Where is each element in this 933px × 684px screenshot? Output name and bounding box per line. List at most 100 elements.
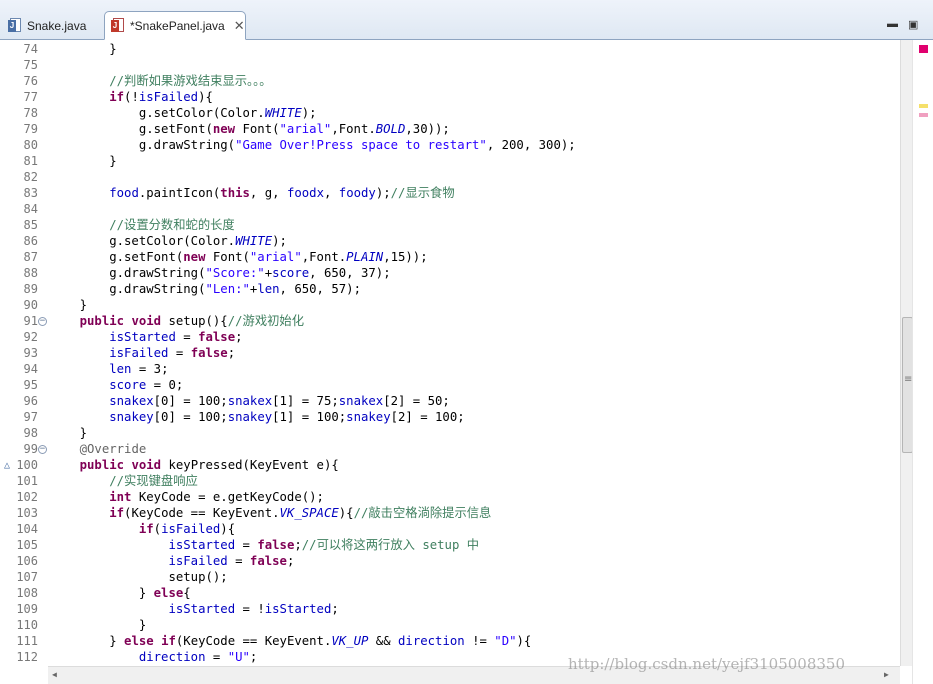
minimize-button[interactable]: ▬: [887, 18, 898, 30]
code-text: isStarted = false;: [50, 329, 243, 345]
code-line[interactable]: 100 △ public void keyPressed(KeyEvent e){: [0, 457, 900, 473]
code-token: ,15));: [383, 250, 428, 264]
code-token: ;: [235, 330, 243, 344]
code-token: .paintIcon(: [138, 186, 221, 200]
tab-snakepanel-java[interactable]: J *SnakePanel.java ✕: [104, 11, 246, 40]
code-text: } else{: [50, 585, 191, 601]
code-token: , 200, 300);: [486, 138, 576, 152]
code-token: VK_UP: [331, 634, 369, 648]
code-line[interactable]: 75: [0, 57, 900, 73]
code-line[interactable]: 77 if(!isFailed){: [0, 89, 900, 105]
code-token: isFailed: [161, 522, 221, 536]
close-tab-icon[interactable]: ✕: [234, 18, 245, 34]
code-line[interactable]: 81 }: [0, 153, 900, 169]
code-token: =: [168, 346, 191, 360]
line-number: 106: [16, 554, 38, 568]
scroll-right-icon[interactable]: ▶: [884, 670, 889, 679]
code-editor[interactable]: 74 } 75 76 //判断如果游戏结束显示。。。 77 if(!isFailed)…: [0, 40, 900, 666]
code-line[interactable]: 99− @Override: [0, 441, 900, 457]
code-line[interactable]: 101 //实现键盘响应: [0, 473, 900, 489]
code-line[interactable]: 104 if(isFailed){: [0, 521, 900, 537]
code-token: ;: [294, 538, 302, 552]
task-marker[interactable]: [919, 113, 928, 117]
code-token: direction: [138, 650, 206, 664]
code-line[interactable]: 109 isStarted = !isStarted;: [0, 601, 900, 617]
error-marker[interactable]: [919, 45, 928, 53]
code-token: g.setColor(Color.: [50, 106, 265, 120]
line-number: 96: [23, 394, 38, 408]
code-line[interactable]: 83 food.paintIcon(this, g, foodx, foody)…: [0, 185, 900, 201]
code-token: [2] = 50;: [383, 394, 450, 408]
code-line[interactable]: 103 if(KeyCode == KeyEvent.VK_SPACE){//敲…: [0, 505, 900, 521]
code-line[interactable]: 80 g.drawString("Game Over!Press space t…: [0, 137, 900, 153]
code-line[interactable]: 102 int KeyCode = e.getKeyCode();: [0, 489, 900, 505]
code-token: = !: [235, 602, 265, 616]
code-line[interactable]: 74 }: [0, 41, 900, 57]
code-line[interactable]: 97 snakey[0] = 100;snakey[1] = 100;snake…: [0, 409, 900, 425]
line-number: 105: [16, 538, 38, 552]
code-line[interactable]: 91− public void setup(){//游戏初始化: [0, 313, 900, 329]
code-line[interactable]: 76 //判断如果游戏结束显示。。。: [0, 73, 900, 89]
line-number: 103: [16, 506, 38, 520]
fold-collapse-icon[interactable]: −: [38, 445, 47, 454]
code-line[interactable]: 87 g.setFont(new Font("arial",Font.PLAIN…: [0, 249, 900, 265]
line-number: 88: [23, 266, 38, 280]
line-number: 84: [23, 202, 38, 216]
code-line[interactable]: 90 }: [0, 297, 900, 313]
code-line[interactable]: 111 } else if(KeyCode == KeyEvent.VK_UP …: [0, 633, 900, 649]
code-line[interactable]: 88 g.drawString("Score:"+score, 650, 37)…: [0, 265, 900, 281]
line-number: 94: [23, 362, 38, 376]
code-token: ,Font.: [301, 250, 347, 264]
code-line[interactable]: 89 g.drawString("Len:"+len, 650, 57);: [0, 281, 900, 297]
code-token: , g,: [249, 186, 287, 200]
code-line[interactable]: 85 //设置分数和蛇的长度: [0, 217, 900, 233]
code-text: snakex[0] = 100;snakex[1] = 75;snakex[2]…: [50, 393, 450, 409]
line-number: 90: [23, 298, 38, 312]
code-line[interactable]: 98 }: [0, 425, 900, 441]
code-line[interactable]: 82: [0, 169, 900, 185]
code-token: if: [161, 634, 176, 648]
code-line[interactable]: 106 isFailed = false;: [0, 553, 900, 569]
code-text: @Override: [50, 441, 147, 457]
code-line[interactable]: 108 } else{: [0, 585, 900, 601]
code-token: score: [109, 378, 147, 392]
line-number: 91: [23, 314, 38, 328]
maximize-button[interactable]: ▣: [908, 18, 918, 31]
code-line[interactable]: 93 isFailed = false;: [0, 345, 900, 361]
scroll-left-icon[interactable]: ◀: [52, 670, 57, 679]
tab-snake-java[interactable]: J Snake.java: [2, 12, 100, 40]
code-token: //游戏初始化: [227, 314, 305, 328]
code-token: WHITE: [264, 106, 302, 120]
tab-label: *SnakePanel.java: [130, 18, 225, 33]
code-token: "arial": [279, 122, 332, 136]
code-line[interactable]: 96 snakex[0] = 100;snakex[1] = 75;snakex…: [0, 393, 900, 409]
code-line[interactable]: 92 isStarted = false;: [0, 329, 900, 345]
code-line[interactable]: 84: [0, 201, 900, 217]
code-text: isStarted = !isStarted;: [50, 601, 338, 617]
warning-marker[interactable]: [919, 104, 928, 108]
java-file-error-icon: J: [111, 17, 125, 34]
fold-collapse-icon[interactable]: −: [38, 317, 47, 326]
code-token: if: [138, 522, 154, 536]
code-line[interactable]: 110 }: [0, 617, 900, 633]
code-token: if: [109, 90, 125, 104]
code-line[interactable]: 79 g.setFont(new Font("arial",Font.BOLD,…: [0, 121, 900, 137]
code-token: snakex: [227, 394, 273, 408]
code-line[interactable]: 94 len = 3;: [0, 361, 900, 377]
code-line[interactable]: 86 g.setColor(Color.WHITE);: [0, 233, 900, 249]
code-text: isFailed = false;: [50, 345, 235, 361]
code-text: public void setup(){//游戏初始化: [50, 313, 304, 329]
code-text: }: [50, 617, 146, 633]
overview-ruler[interactable]: [912, 40, 933, 684]
code-line[interactable]: 78 g.setColor(Color.WHITE);: [0, 105, 900, 121]
code-token: g.drawString(: [50, 282, 206, 296]
code-line[interactable]: 105 isStarted = false;//可以将这两行放入 setup 中: [0, 537, 900, 553]
code-token: , 650, 37);: [309, 266, 391, 280]
code-line[interactable]: 95 score = 0;: [0, 377, 900, 393]
code-line[interactable]: 107 setup();: [0, 569, 900, 585]
